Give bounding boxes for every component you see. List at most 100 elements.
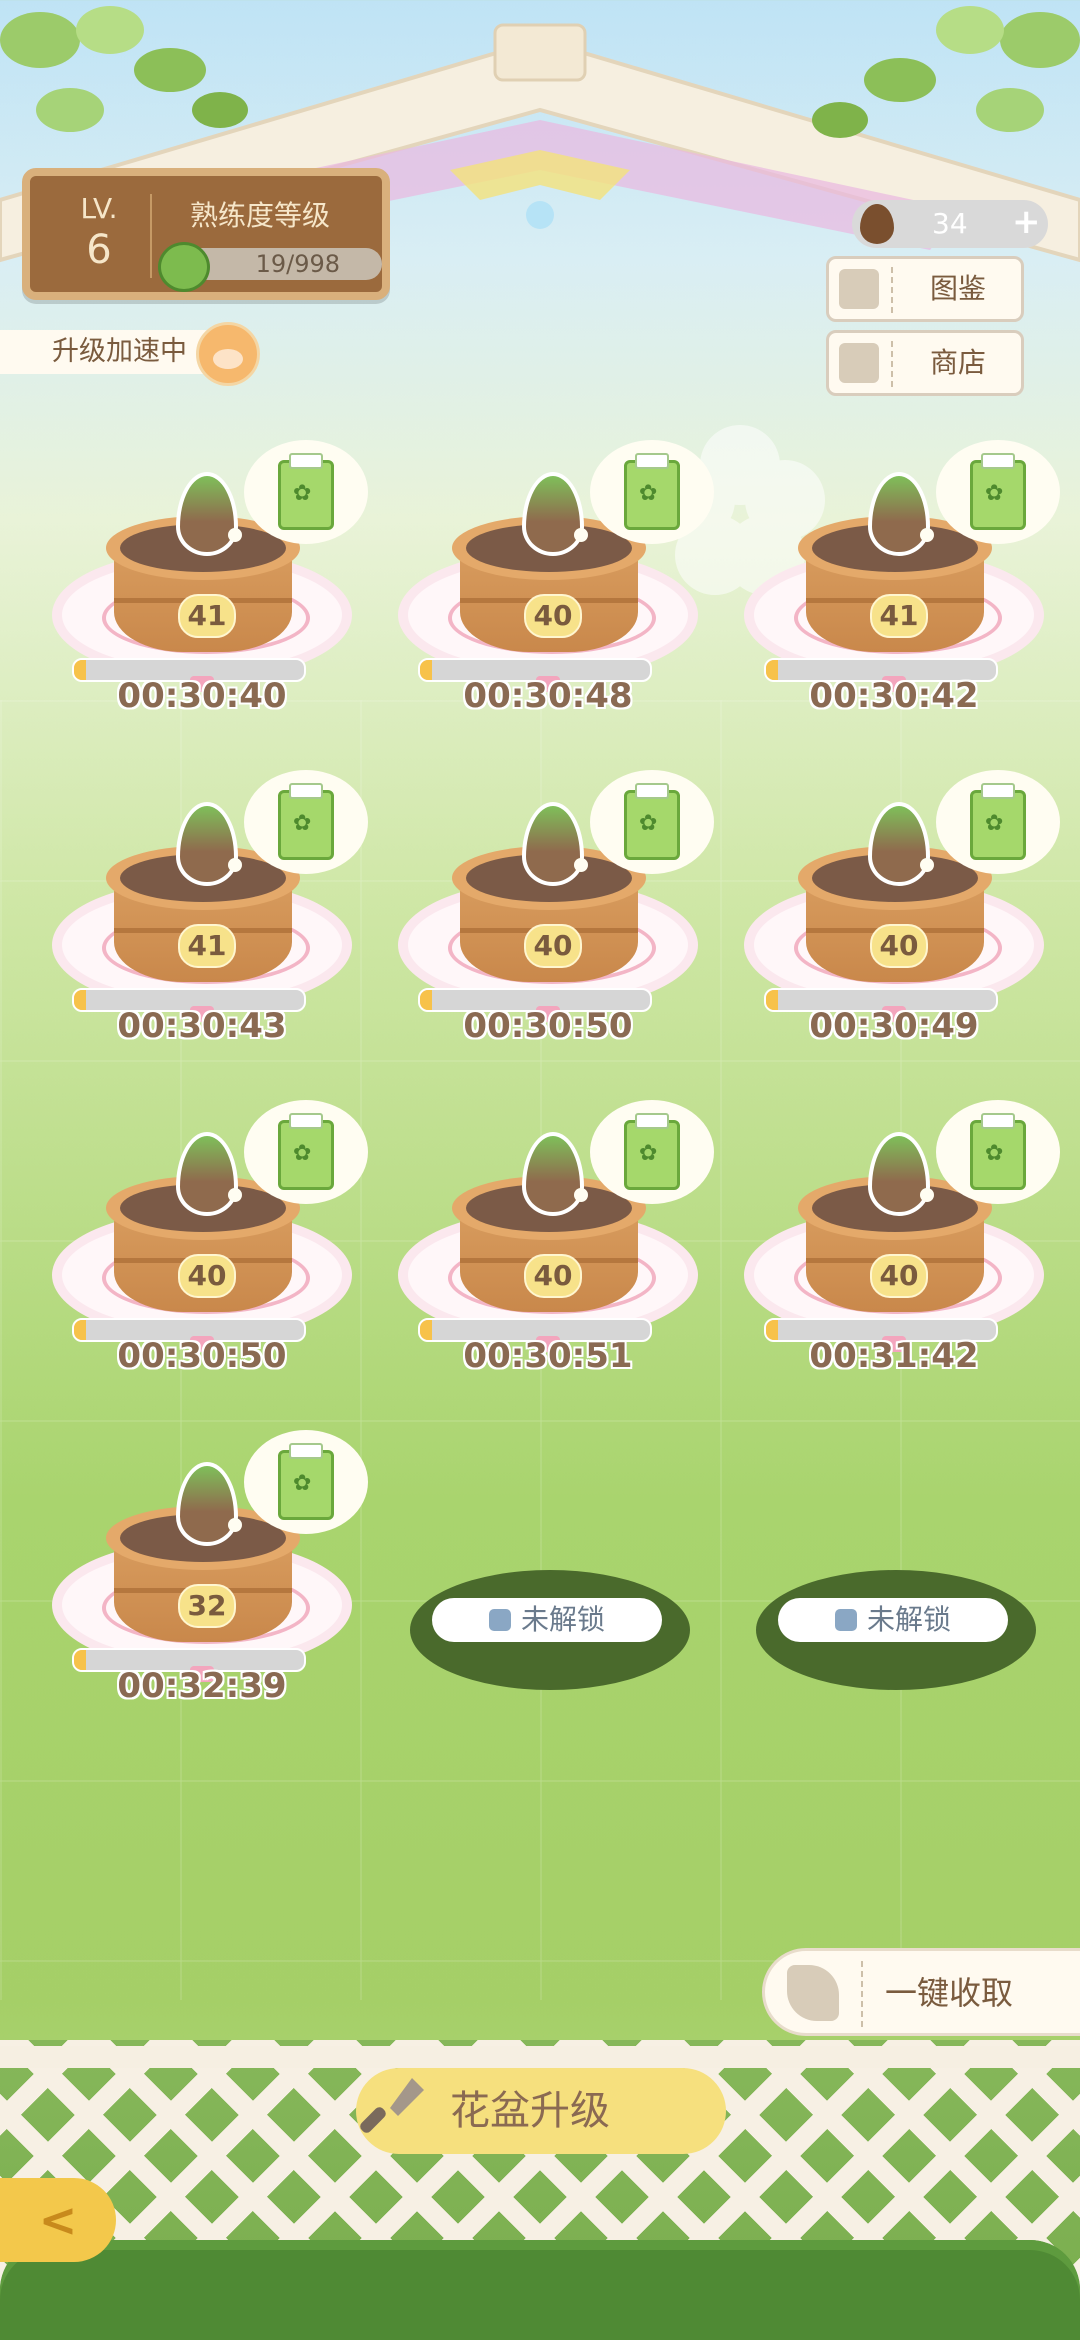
- pot-upgrade-label: 花盆升级: [450, 2088, 610, 2134]
- proficiency-title: 熟练度等级: [190, 199, 331, 232]
- growth-timer: 00:32:39: [117, 1666, 287, 1706]
- flower-pot-slot[interactable]: 40 00:30:50: [398, 770, 714, 1070]
- seed-bag-icon: [624, 1113, 680, 1190]
- pot-level-badge: 41: [178, 924, 236, 968]
- shovel-icon: [787, 1965, 839, 2021]
- trowel-icon: [360, 2078, 424, 2133]
- growth-timer: 00:30:40: [117, 676, 287, 716]
- locked-slot-label: 未解锁: [778, 1598, 1008, 1642]
- back-button[interactable]: <: [0, 2178, 116, 2262]
- pot-level-badge: 41: [870, 594, 928, 638]
- growth-timer: 00:30:43: [117, 1006, 287, 1046]
- lock-icon: [488, 1609, 511, 1631]
- level-value: 6: [86, 227, 112, 273]
- growth-timer: 00:30:50: [117, 1336, 287, 1376]
- shop-label: 商店: [929, 346, 986, 379]
- sprout-icon: [522, 472, 584, 556]
- flower-pot-slot[interactable]: 32 00:32:39: [52, 1430, 368, 1730]
- growth-timer: 00:30:48: [463, 676, 633, 716]
- pot-level-badge: 32: [178, 1584, 236, 1628]
- lock-icon: [834, 1609, 857, 1631]
- seed-request-bubble[interactable]: [574, 440, 714, 544]
- encyclopedia-label: 图鉴: [929, 272, 986, 305]
- locked-slot[interactable]: 未解锁: [410, 1570, 690, 1690]
- seed-count: 34: [932, 207, 968, 240]
- locked-slot[interactable]: 未解锁: [756, 1570, 1036, 1690]
- harvest-all-button[interactable]: 一键收取: [762, 1948, 1080, 2036]
- seed-request-bubble[interactable]: [920, 440, 1060, 544]
- seed-request-bubble[interactable]: [574, 770, 714, 874]
- seed-bag-icon: [624, 783, 680, 860]
- seed-bag-icon: [624, 453, 680, 530]
- pot-level-badge: 40: [524, 1254, 582, 1298]
- pot-level-badge: 40: [178, 1254, 236, 1298]
- shop-button[interactable]: 商店: [826, 330, 1024, 396]
- growth-timer: 00:30:50: [463, 1006, 633, 1046]
- flower-pot-slot[interactable]: 40 00:30:49: [744, 770, 1060, 1070]
- flower-pot-slot[interactable]: 41 00:30:42: [744, 440, 1060, 740]
- growth-timer: 00:30:49: [809, 1006, 979, 1046]
- book-icon: [839, 269, 879, 309]
- pot-level-badge: 40: [870, 924, 928, 968]
- sprout-icon: [522, 1132, 584, 1216]
- sprout-icon: [868, 472, 930, 556]
- flower-pot-slot[interactable]: 41 00:30:40: [52, 440, 368, 740]
- character-avatar-icon: [196, 322, 260, 386]
- locked-slot-text: 未解锁: [520, 1603, 605, 1636]
- flower-pot-slot[interactable]: 41 00:30:43: [52, 770, 368, 1070]
- sprout-icon: [176, 472, 238, 556]
- seed-request-bubble[interactable]: [920, 770, 1060, 874]
- seed-currency: 34 +: [852, 200, 1048, 248]
- growth-timer: 00:30:51: [463, 1336, 633, 1376]
- leaves-top-right: [812, 6, 1080, 138]
- growth-timer: 00:31:42: [809, 1336, 979, 1376]
- upgrade-status-tag[interactable]: 升级加速中: [0, 330, 226, 374]
- sprout-icon: [868, 1132, 930, 1216]
- flower-pot-slot[interactable]: 40 00:30:51: [398, 1100, 714, 1400]
- kettle-icon: [158, 242, 210, 292]
- proficiency-progress-bar: 19/998: [182, 248, 382, 280]
- locked-slot-text: 未解锁: [866, 1603, 951, 1636]
- level-badge: LV. 6: [44, 186, 154, 282]
- divider: [861, 1961, 863, 2027]
- seed-bag-icon: [278, 453, 334, 530]
- seed-bag-icon: [278, 1113, 334, 1190]
- seed-bag-icon: [970, 783, 1026, 860]
- proficiency-progress-text: 19/998: [255, 250, 340, 278]
- proficiency-level-card[interactable]: LV. 6 熟练度等级 19/998: [22, 168, 390, 300]
- shop-icon: [839, 343, 879, 383]
- pot-level-badge: 41: [178, 594, 236, 638]
- seed-request-bubble[interactable]: [228, 1430, 368, 1534]
- seed-request-bubble[interactable]: [228, 440, 368, 544]
- locked-slot-label: 未解锁: [432, 1598, 662, 1642]
- sprout-icon: [522, 802, 584, 886]
- seed-request-bubble[interactable]: [228, 1100, 368, 1204]
- upgrade-status-text: 升级加速中: [52, 336, 187, 367]
- seed-bag-icon: [278, 1443, 334, 1520]
- sprout-icon: [868, 802, 930, 886]
- seed-request-bubble[interactable]: [920, 1100, 1060, 1204]
- pot-level-badge: 40: [524, 924, 582, 968]
- encyclopedia-button[interactable]: 图鉴: [826, 256, 1024, 322]
- level-label: LV.: [80, 192, 118, 225]
- sprout-icon: [176, 1132, 238, 1216]
- divider: [150, 194, 152, 278]
- pot-upgrade-button[interactable]: 花盆升级: [356, 2068, 726, 2154]
- back-arrow-icon: <: [38, 2193, 78, 2247]
- flower-pot-slot[interactable]: 40 00:31:42: [744, 1100, 1060, 1400]
- sprout-icon: [176, 1462, 238, 1546]
- seed-bag-icon: [278, 783, 334, 860]
- seed-bag-icon: [970, 453, 1026, 530]
- seed-request-bubble[interactable]: [228, 770, 368, 874]
- leaves-top-left: [0, 6, 248, 132]
- add-currency-button[interactable]: +: [1012, 198, 1041, 246]
- pot-level-badge: 40: [524, 594, 582, 638]
- seed-request-bubble[interactable]: [574, 1100, 714, 1204]
- pot-level-badge: 40: [870, 1254, 928, 1298]
- growth-timer: 00:30:42: [809, 676, 979, 716]
- seed-bag-icon: [970, 1113, 1026, 1190]
- hedge-bushes: [0, 2240, 1080, 2340]
- flower-pot-slot[interactable]: 40 00:30:50: [52, 1100, 368, 1400]
- harvest-all-label: 一键收取: [885, 1974, 1014, 2012]
- flower-pot-slot[interactable]: 40 00:30:48: [398, 440, 714, 740]
